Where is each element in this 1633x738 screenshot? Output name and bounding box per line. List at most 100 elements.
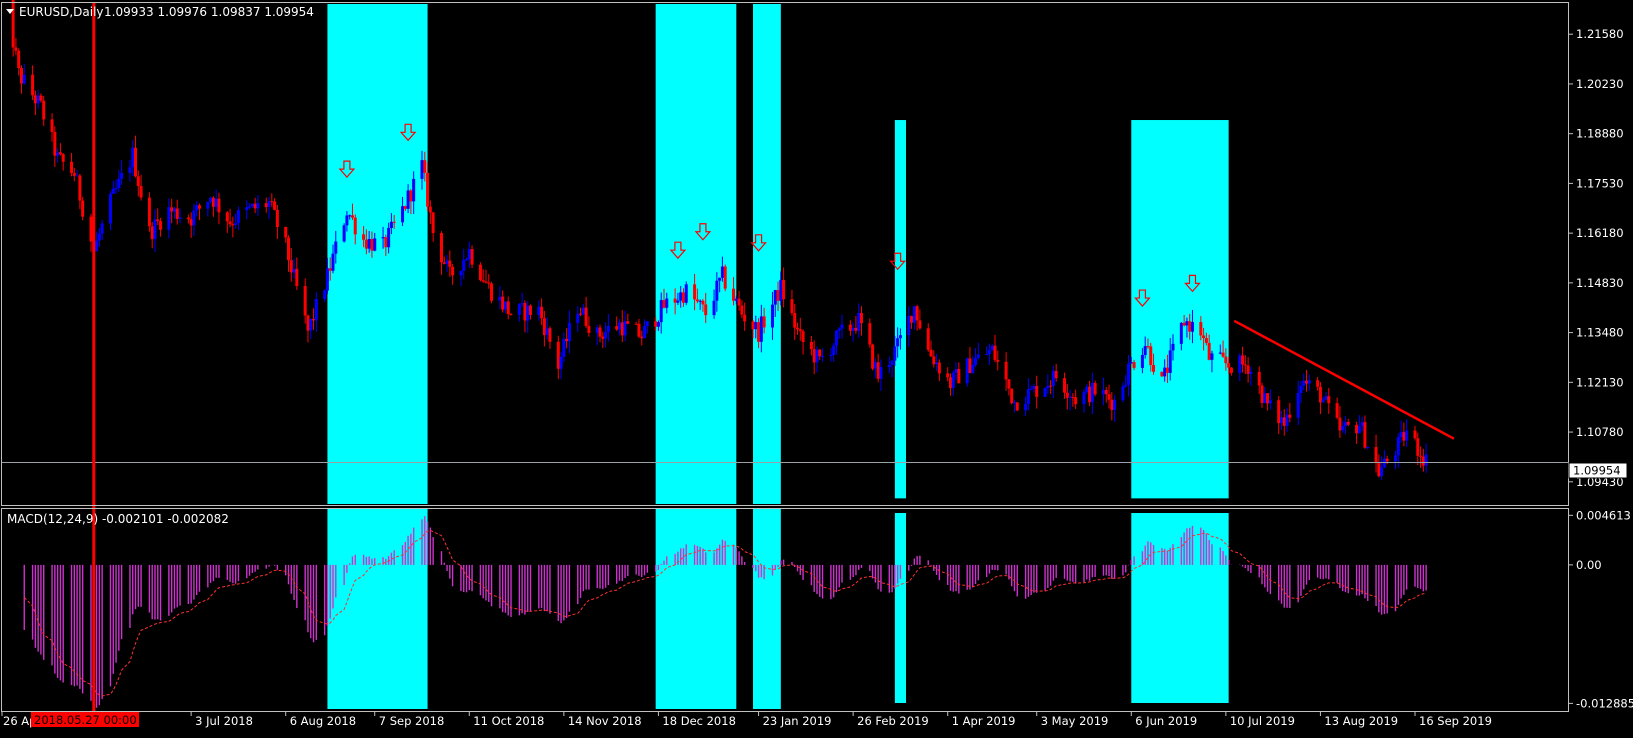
- candle-body: [1068, 396, 1072, 398]
- candle-body: [1143, 346, 1147, 355]
- candle-body: [1127, 363, 1131, 385]
- candle-body: [114, 188, 118, 190]
- candle-body: [370, 239, 374, 251]
- candle-body: [178, 217, 182, 219]
- candle-body: [17, 50, 21, 69]
- candle-body: [565, 338, 569, 342]
- candle-body: [159, 221, 163, 230]
- macd-indicator-label: MACD(12,24,9) -0.002101 -0.002082: [7, 512, 229, 526]
- candle-body: [1049, 385, 1053, 387]
- candle-body: [209, 197, 213, 202]
- candle-body: [898, 335, 902, 339]
- time-tick-label: 11 Oct 2018: [473, 714, 544, 728]
- price-tick-label: 1.21580: [1576, 27, 1624, 41]
- candle-body: [1051, 370, 1055, 386]
- candle-body: [848, 324, 852, 331]
- candle-body: [231, 224, 235, 226]
- candle-body: [1182, 322, 1186, 326]
- candle-body: [656, 322, 660, 327]
- candle-body: [1043, 388, 1047, 397]
- ohlc-values: 1.09933 1.09976 1.09837 1.09954: [104, 5, 314, 19]
- highlight-zone-macd: [655, 509, 737, 709]
- candle-body: [1241, 355, 1245, 365]
- candle-body: [857, 312, 861, 331]
- candle-body: [643, 325, 647, 339]
- candle-body: [22, 74, 26, 84]
- candle-body: [192, 210, 196, 226]
- candle-body: [793, 312, 797, 328]
- candle-body: [798, 329, 802, 332]
- candle-body: [1004, 361, 1008, 380]
- candle-body: [1338, 417, 1342, 431]
- candle-body: [1346, 421, 1350, 425]
- macd-tick-label: -0.012885: [1576, 696, 1633, 710]
- candle-body: [58, 152, 62, 155]
- candle-body: [1424, 454, 1428, 466]
- candle-body: [1327, 396, 1331, 404]
- candle-body: [1266, 393, 1270, 404]
- candle-body: [53, 131, 57, 156]
- candle-body: [1257, 371, 1261, 386]
- candle-body: [1263, 393, 1267, 404]
- candle-body: [974, 358, 978, 365]
- candle-body: [1104, 390, 1108, 395]
- candle-body: [1357, 426, 1361, 434]
- candle-body: [604, 331, 608, 339]
- candle-body: [1015, 402, 1019, 411]
- time-tick-label: 10 Jul 2019: [1230, 714, 1295, 728]
- candle-body: [871, 344, 875, 369]
- time-tick-label: 3 Jul 2018: [195, 714, 253, 728]
- candle-body: [976, 354, 980, 359]
- candle-body: [14, 47, 18, 51]
- candle-body: [217, 198, 221, 213]
- candle-body: [426, 172, 430, 207]
- candle-body: [50, 119, 54, 132]
- candle-body: [659, 300, 663, 323]
- candle-body: [423, 160, 427, 173]
- candle-body: [1088, 386, 1092, 403]
- time-tick-label: 3 May 2019: [1041, 714, 1109, 728]
- chart-window[interactable]: 1.21580 1.20230 1.18880 1.17530 1.16180 1.148…: [0, 0, 1633, 734]
- candle-body: [993, 345, 997, 360]
- candle-body: [467, 248, 471, 260]
- candle-body: [409, 190, 413, 202]
- candle-body: [598, 327, 602, 337]
- candle-body: [1074, 397, 1078, 405]
- candle-body: [720, 266, 724, 278]
- candle-body: [401, 206, 405, 223]
- candle-body: [929, 349, 933, 357]
- chart-canvas[interactable]: 1.21580 1.20230 1.18880 1.17530 1.16180 1.148…: [0, 0, 1633, 734]
- candle-body: [459, 270, 463, 276]
- price-tick-label: 1.16180: [1576, 226, 1624, 240]
- candle-body: [818, 349, 822, 357]
- candle-body: [501, 296, 505, 310]
- candle-body: [1113, 400, 1117, 411]
- candle-body: [876, 362, 880, 379]
- candle-body: [328, 268, 332, 271]
- highlight-zone-price: [894, 120, 906, 499]
- candle-body: [1035, 386, 1039, 397]
- time-tick-label: 6 Aug 2018: [290, 714, 356, 728]
- candle-body: [1318, 386, 1322, 403]
- candle-body: [556, 341, 560, 369]
- candle-body: [581, 307, 585, 315]
- candle-body: [403, 206, 407, 209]
- candle-body: [481, 280, 485, 282]
- candle-body: [342, 225, 346, 242]
- candle-body: [387, 227, 391, 248]
- candle-body: [384, 237, 388, 248]
- candle-body: [1090, 383, 1094, 403]
- candle-body: [715, 280, 719, 301]
- candle-body: [498, 296, 502, 301]
- candle-body: [1377, 463, 1381, 477]
- candle-body: [935, 362, 939, 365]
- price-tick-label: 1.10780: [1576, 425, 1624, 439]
- candle-body: [490, 283, 494, 301]
- candle-body: [676, 300, 680, 303]
- candle-body: [389, 221, 393, 228]
- candle-body: [175, 208, 179, 219]
- candle-body: [1054, 370, 1058, 379]
- candle-body: [957, 369, 961, 384]
- candle-body: [601, 336, 605, 339]
- highlight-zone-price: [655, 4, 737, 504]
